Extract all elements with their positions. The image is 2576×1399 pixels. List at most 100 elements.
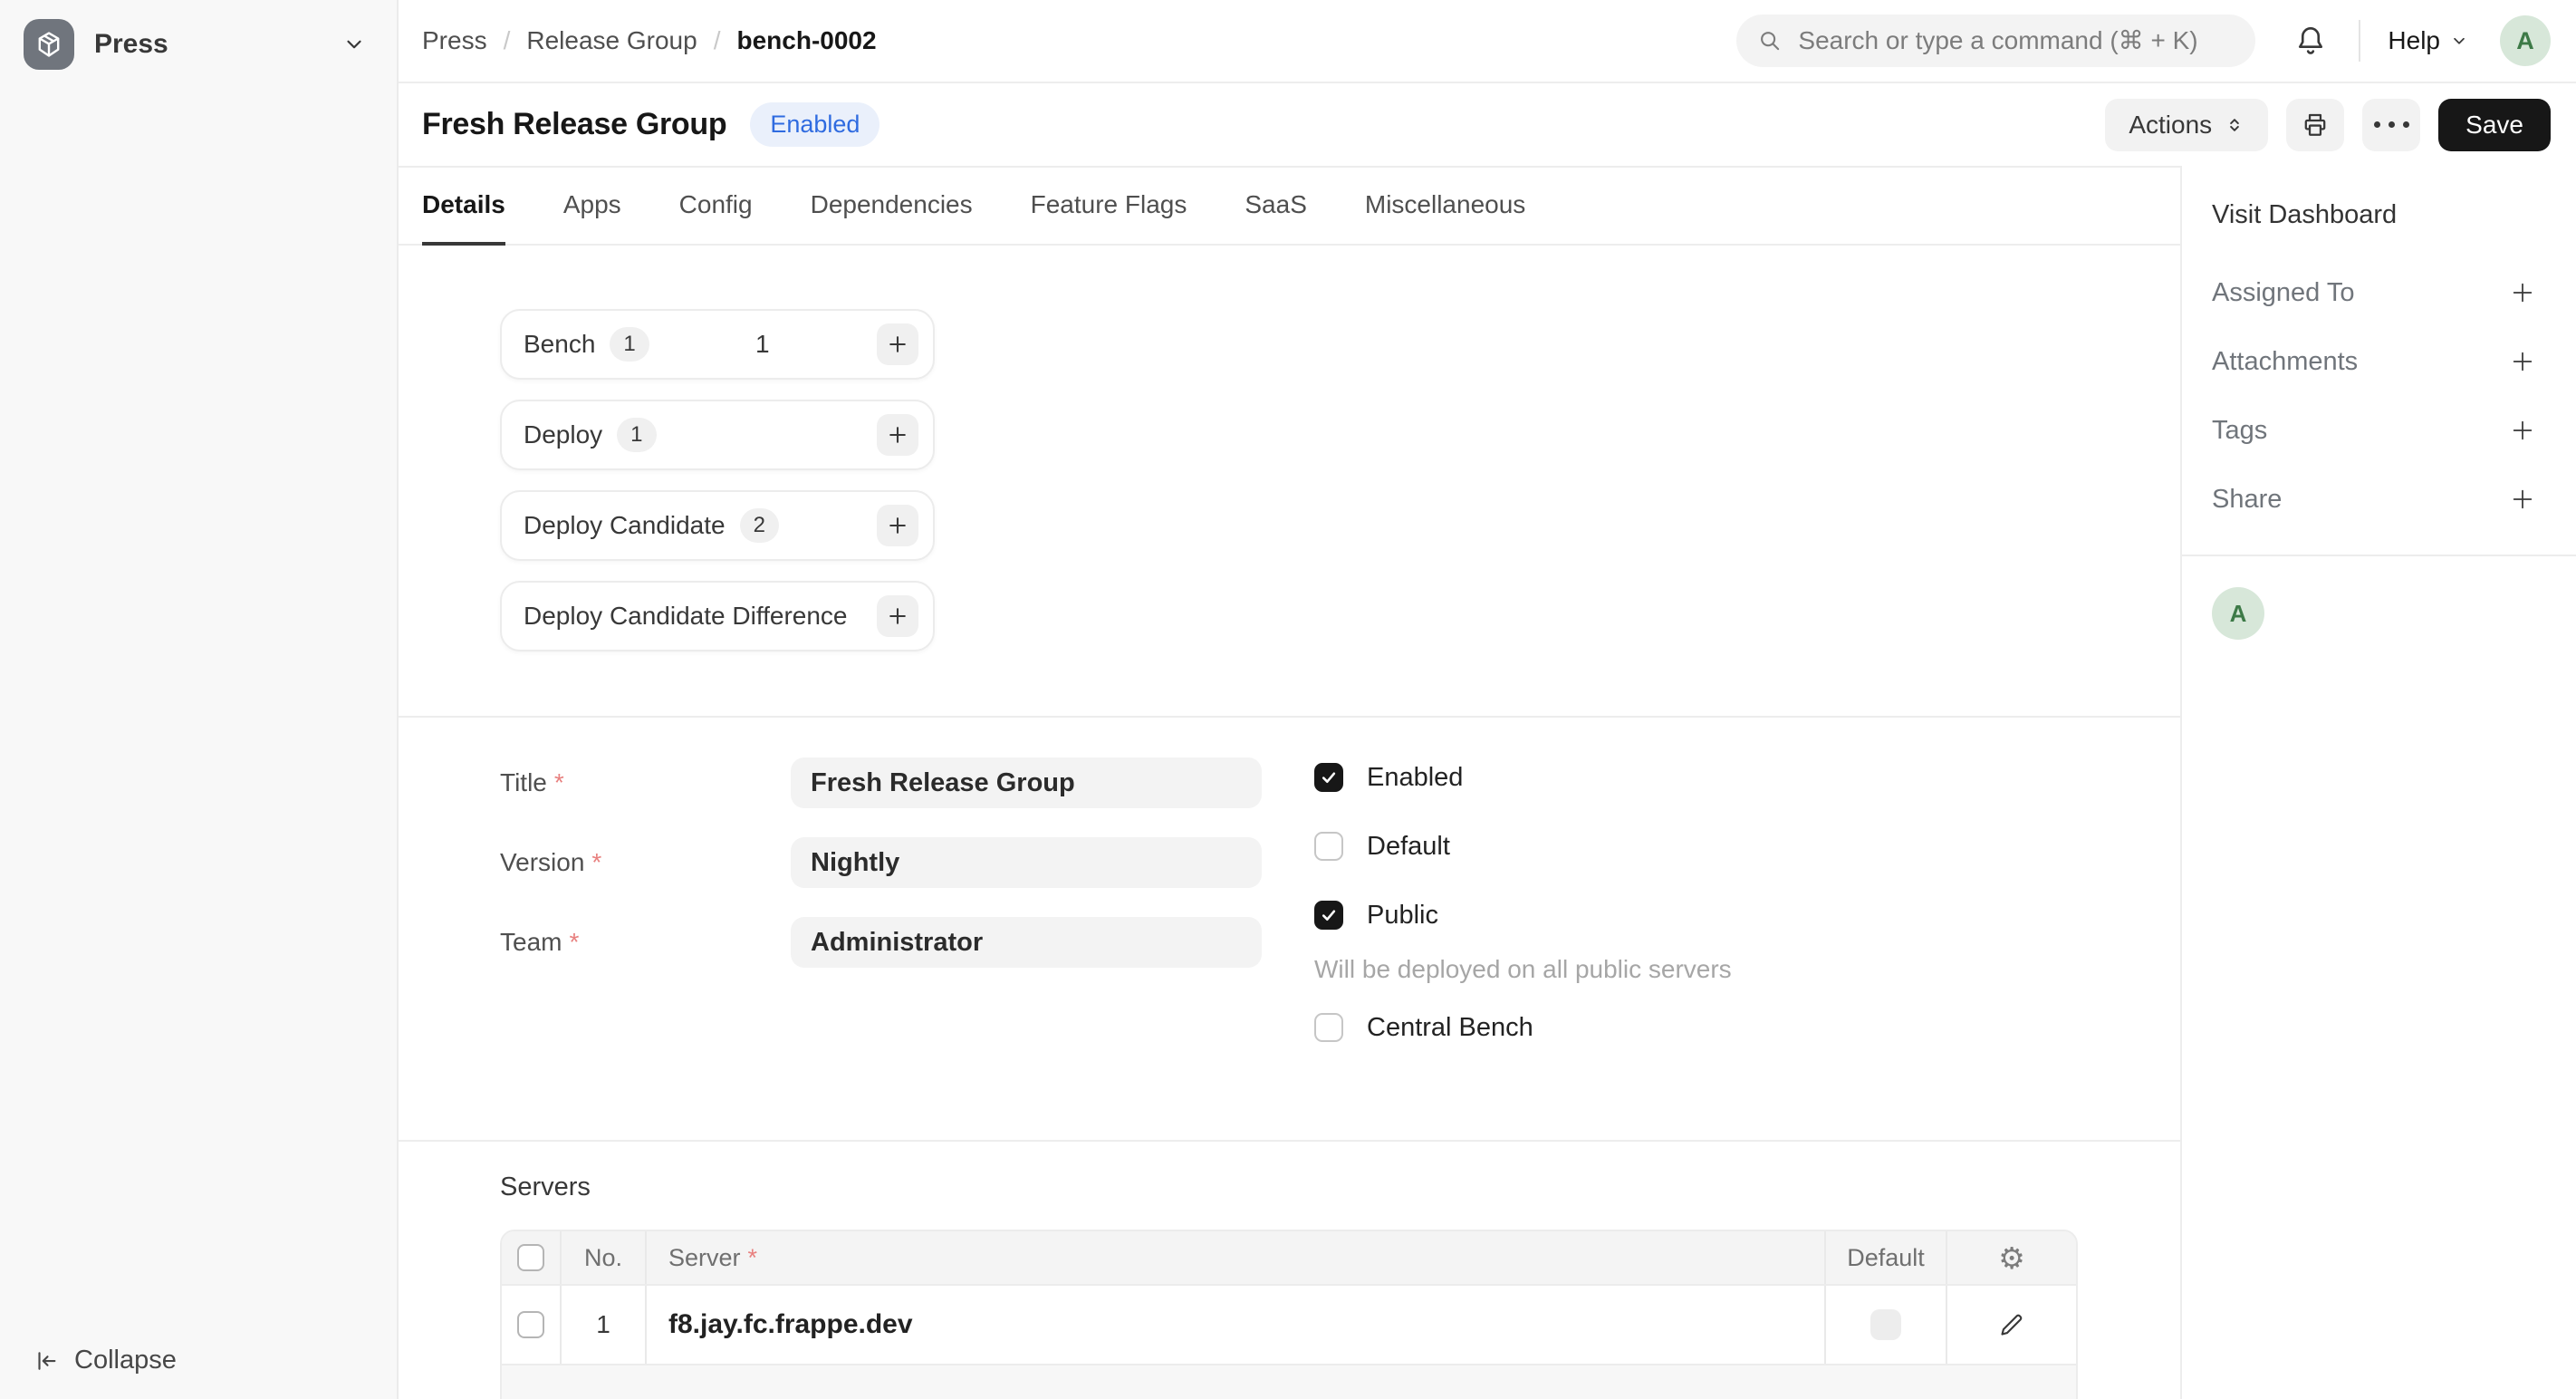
field-label: Team*	[500, 928, 791, 957]
actions-dropdown-button[interactable]: Actions	[2105, 99, 2268, 151]
team-input[interactable]	[791, 917, 1262, 968]
checkbox-label[interactable]: Central Bench	[1367, 1013, 1533, 1043]
search-input[interactable]	[1798, 26, 2246, 55]
servers-section-title: Servers	[500, 1172, 2077, 1202]
header-cell-server: Server*	[647, 1231, 1826, 1284]
app-logo-icon	[24, 19, 74, 70]
field-label: Version*	[500, 848, 791, 877]
add-deploy-candidate-difference-button[interactable]	[877, 595, 918, 637]
public-checkbox-description: Will be deployed on all public servers	[1314, 955, 1732, 984]
app-switcher[interactable]: Press	[18, 16, 379, 72]
checkbox-label[interactable]: Public	[1367, 901, 1438, 931]
right-panel: Visit Dashboard Assigned To Attachments …	[2182, 166, 2576, 1399]
field-version: Version*	[500, 837, 1262, 888]
checkbox-row-central-bench: Central Bench	[1314, 1013, 1732, 1042]
panel-divider	[2182, 555, 2576, 556]
left-sidebar: Press Collapse	[0, 0, 399, 1399]
header-cell-settings: ⚙	[1947, 1231, 2076, 1284]
panel-item-label: Assigned To	[2212, 278, 2354, 308]
title-input[interactable]	[791, 757, 1262, 808]
breadcrumb-separator: /	[714, 26, 721, 55]
notifications-bell-icon[interactable]	[2292, 22, 2330, 60]
tab-details[interactable]: Details	[422, 168, 505, 246]
card-label: Deploy Candidate Difference	[524, 602, 847, 631]
tab-miscellaneous[interactable]: Miscellaneous	[1365, 168, 1525, 246]
add-attachment-button[interactable]	[2509, 348, 2536, 375]
card-label: Deploy	[524, 420, 602, 449]
field-team: Team*	[500, 917, 1262, 968]
servers-section: Servers No. Server* Default	[399, 1140, 2180, 1399]
connection-card-deploy-candidate[interactable]: Deploy Candidate 2	[500, 490, 935, 561]
breadcrumb-separator: /	[504, 26, 511, 55]
form-fields-column: Title* Version* Team*	[500, 757, 1262, 1082]
central-bench-checkbox[interactable]	[1314, 1013, 1343, 1042]
default-checkbox[interactable]	[1314, 832, 1343, 861]
edit-pencil-icon[interactable]	[1996, 1309, 2027, 1340]
select-all-checkbox[interactable]	[517, 1244, 544, 1271]
help-label: Help	[2388, 26, 2440, 55]
field-label: Title*	[500, 768, 791, 797]
printer-icon	[2300, 110, 2331, 140]
card-label: Deploy Candidate	[524, 511, 726, 540]
row-cell-server[interactable]: f8.jay.fc.frappe.dev	[647, 1286, 1826, 1364]
row-cell-no: 1	[562, 1286, 647, 1364]
panel-item-assigned-to: Assigned To	[2212, 277, 2536, 308]
header-cell-default: Default	[1826, 1231, 1947, 1284]
checkbox-label[interactable]: Default	[1367, 832, 1450, 862]
chevron-down-icon	[2449, 31, 2469, 51]
add-bench-button[interactable]	[877, 323, 918, 365]
public-checkbox[interactable]	[1314, 901, 1343, 930]
user-avatar[interactable]: A	[2500, 15, 2551, 66]
add-deploy-button[interactable]	[877, 414, 918, 456]
required-marker: *	[554, 768, 564, 796]
panel-item-attachments: Attachments	[2212, 346, 2536, 377]
global-search[interactable]	[1736, 14, 2255, 67]
help-menu[interactable]: Help	[2388, 26, 2469, 55]
chevron-down-icon	[342, 33, 366, 56]
print-button[interactable]	[2286, 99, 2344, 151]
navbar-divider	[2359, 20, 2360, 62]
count-badge: 1	[610, 327, 649, 362]
checkbox-row-public: Public	[1314, 901, 1732, 930]
tab-dependencies[interactable]: Dependencies	[811, 168, 973, 246]
required-marker: *	[569, 928, 579, 956]
add-deploy-candidate-button[interactable]	[877, 505, 918, 546]
actions-label: Actions	[2129, 111, 2212, 140]
tab-feature-flags[interactable]: Feature Flags	[1031, 168, 1187, 246]
body-row: Details Apps Config Dependencies Feature…	[399, 166, 2576, 1399]
checkbox-label[interactable]: Enabled	[1367, 763, 1463, 793]
collapse-sidebar-button[interactable]: Collapse	[33, 1346, 177, 1375]
share-button[interactable]	[2509, 486, 2536, 513]
connection-card-deploy-candidate-difference[interactable]: Deploy Candidate Difference	[500, 581, 935, 651]
open-count: 1	[755, 330, 770, 359]
servers-table-footer	[502, 1364, 2076, 1399]
connection-card-deploy[interactable]: Deploy 1	[500, 400, 935, 470]
gear-icon[interactable]: ⚙	[1998, 1240, 2025, 1276]
panel-item-share: Share	[2212, 484, 2536, 515]
tab-saas[interactable]: SaaS	[1245, 168, 1307, 246]
main-column: Press / Release Group / bench-0002 Help	[399, 0, 2576, 1399]
header-cell-select	[502, 1231, 562, 1284]
add-assignment-button[interactable]	[2509, 279, 2536, 306]
add-tag-button[interactable]	[2509, 417, 2536, 444]
breadcrumb-release-group[interactable]: Release Group	[526, 26, 697, 55]
tab-apps[interactable]: Apps	[563, 168, 621, 246]
panel-item-label: Attachments	[2212, 347, 2358, 377]
more-options-button[interactable]	[2362, 99, 2420, 151]
breadcrumb-press[interactable]: Press	[422, 26, 487, 55]
default-disabled-checkbox	[1870, 1309, 1901, 1340]
count-badge: 1	[617, 418, 656, 452]
checkbox-row-default: Default	[1314, 832, 1732, 861]
enabled-checkbox[interactable]	[1314, 763, 1343, 792]
header-actions: Actions Save	[2105, 99, 2551, 151]
save-button[interactable]: Save	[2438, 99, 2551, 151]
servers-table-header: No. Server* Default ⚙	[502, 1231, 2076, 1284]
panel-item-tags: Tags	[2212, 415, 2536, 446]
connection-card-bench[interactable]: Bench 1 1	[500, 309, 935, 380]
tab-config[interactable]: Config	[679, 168, 753, 246]
version-input[interactable]	[791, 837, 1262, 888]
breadcrumb: Press / Release Group / bench-0002	[422, 26, 877, 55]
visit-dashboard-link[interactable]: Visit Dashboard	[2212, 200, 2536, 230]
collapse-label: Collapse	[74, 1346, 177, 1375]
row-select-checkbox[interactable]	[517, 1311, 544, 1338]
